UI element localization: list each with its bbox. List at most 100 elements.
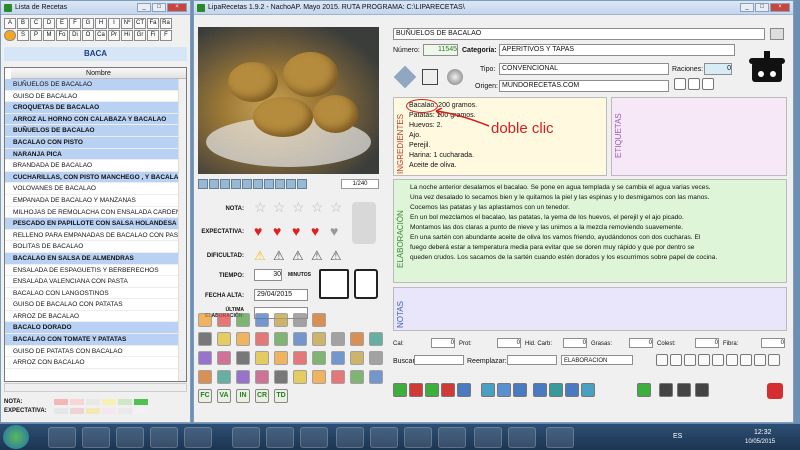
- list-item[interactable]: BUÑUELOS DE BACALAO: [5, 125, 186, 137]
- elaboracion-panel[interactable]: ELABORACIÓN La noche anterior desalamos …: [393, 179, 787, 283]
- tool-icon[interactable]: [255, 313, 269, 327]
- code-button[interactable]: IN: [236, 389, 250, 403]
- letter-filter-button[interactable]: P: [30, 30, 42, 41]
- letter-filter-button[interactable]: Ca: [95, 30, 107, 41]
- tool-icon[interactable]: [369, 332, 383, 346]
- letter-filter-button[interactable]: F: [160, 30, 172, 41]
- toolbar-icon[interactable]: [549, 383, 563, 397]
- heart-icon[interactable]: ♥: [273, 224, 287, 238]
- recipe-photo[interactable]: [198, 27, 379, 174]
- letter-filter-button[interactable]: S: [17, 30, 29, 41]
- tool-icon[interactable]: [274, 313, 288, 327]
- letter-filter-button[interactable]: I: [108, 18, 120, 29]
- taskbar-app-icon[interactable]: [336, 427, 364, 448]
- list-item[interactable]: BRANDADA DE BACALAO: [5, 160, 186, 172]
- list-vertical-scrollbar[interactable]: [178, 79, 186, 381]
- tool-icon[interactable]: [236, 313, 250, 327]
- tool-icon[interactable]: [350, 351, 364, 365]
- format-icon[interactable]: [670, 354, 682, 366]
- list-item[interactable]: EMPANADA DE BACALAO Y MANZANAS: [5, 195, 186, 207]
- letter-filter-button[interactable]: H: [95, 18, 107, 29]
- letter-filter-button[interactable]: Fa: [147, 18, 159, 29]
- letter-filter-button[interactable]: Di: [69, 30, 81, 41]
- letter-filter-button[interactable]: D: [43, 18, 55, 29]
- format-icon[interactable]: [726, 354, 738, 366]
- minimize-button[interactable]: _: [740, 3, 754, 12]
- field-select[interactable]: ELABORACION: [561, 355, 633, 365]
- list-item[interactable]: VOLOVANES DE BACALAO: [5, 183, 186, 195]
- toolbar-icon[interactable]: [457, 383, 471, 397]
- tool-icon[interactable]: [198, 313, 212, 327]
- tool-icon[interactable]: [274, 370, 288, 384]
- letter-filter-button[interactable]: Nº: [121, 18, 133, 29]
- warning-triangle-icon[interactable]: ⚠: [254, 249, 268, 262]
- list-item[interactable]: ARROZ DE BACALAO: [5, 311, 186, 323]
- ingredients-panel[interactable]: INGREDIENTES Bacalao: 200 gramos. Patatas…: [393, 97, 607, 176]
- letter-filter-button[interactable]: [4, 30, 16, 41]
- tool-icon[interactable]: [217, 370, 231, 384]
- language-indicator[interactable]: ES: [673, 433, 682, 440]
- list-item[interactable]: BACALAO EN SALSA DE ALMENDRAS: [5, 252, 186, 265]
- letter-filter-button[interactable]: Fo: [56, 30, 68, 41]
- heart-icon[interactable]: ♥: [330, 224, 344, 238]
- tool-icon[interactable]: [255, 370, 269, 384]
- toolbar-icon[interactable]: [481, 383, 495, 397]
- taskbar-app-icon[interactable]: [150, 427, 178, 448]
- nutrient-input[interactable]: 0: [695, 338, 719, 348]
- format-icon[interactable]: [768, 354, 780, 366]
- price-tag-icon[interactable]: [352, 202, 376, 244]
- list-item[interactable]: MILHOJAS DE REMOLACHA CON ENSALADA CARDE…: [5, 207, 186, 219]
- toolbar-icon[interactable]: [513, 383, 527, 397]
- toolbar-icon[interactable]: [581, 383, 595, 397]
- tool-icon[interactable]: [331, 351, 345, 365]
- maximize-button[interactable]: □: [152, 3, 166, 12]
- taskbar-app-icon[interactable]: [48, 427, 76, 448]
- toolbar-icon[interactable]: [533, 383, 547, 397]
- list-item[interactable]: CROQUETAS DE BACALAO: [5, 102, 186, 114]
- buscar-input[interactable]: [414, 355, 464, 365]
- nutrient-input[interactable]: 0: [431, 338, 455, 348]
- heart-icon[interactable]: ♥: [292, 224, 306, 238]
- raciones-input[interactable]: 0: [704, 63, 732, 75]
- taskbar-app-icon[interactable]: [370, 427, 398, 448]
- close-button[interactable]: ×: [167, 3, 187, 12]
- list-item[interactable]: PESCADO EN PAPILLOTE CON SALSA HOLANDESA: [5, 218, 186, 230]
- tool-icon[interactable]: [312, 313, 326, 327]
- tool-icon[interactable]: [331, 332, 345, 346]
- nutrient-input[interactable]: 0: [629, 338, 653, 348]
- origen-input[interactable]: MUNDORECETAS.COM: [499, 80, 669, 92]
- letter-filter-button[interactable]: Gr: [134, 30, 146, 41]
- letter-filter-button[interactable]: Fi: [147, 30, 159, 41]
- letter-filter-button[interactable]: M: [43, 30, 55, 41]
- nutrient-input[interactable]: 0: [761, 338, 785, 348]
- taskbar-app-icon[interactable]: [232, 427, 260, 448]
- image-icon[interactable]: [242, 179, 252, 189]
- categoria-select[interactable]: APERITIVOS Y TAPAS: [499, 44, 735, 56]
- last-record-icon[interactable]: [231, 179, 241, 189]
- code-button[interactable]: FC: [198, 389, 212, 403]
- clock-time[interactable]: 12:32: [754, 429, 772, 436]
- toolbar-icon[interactable]: [695, 383, 709, 397]
- tool-icon[interactable]: [255, 351, 269, 365]
- image-icon[interactable]: [297, 179, 307, 189]
- letter-filter-button[interactable]: A: [4, 18, 16, 29]
- taskbar-app-icon[interactable]: [508, 427, 536, 448]
- tipo-select[interactable]: CONVENCIONAL: [499, 63, 669, 75]
- tool-icon[interactable]: [293, 313, 307, 327]
- taskbar-app-icon[interactable]: [404, 427, 432, 448]
- tool-icon[interactable]: [217, 332, 231, 346]
- toolbar-icon[interactable]: [441, 383, 455, 397]
- toolbar-icon[interactable]: [497, 383, 511, 397]
- letter-filter-button[interactable]: G: [82, 18, 94, 29]
- format-icon[interactable]: [740, 354, 752, 366]
- recipe-image-icon[interactable]: [770, 28, 784, 40]
- nutrient-input[interactable]: 0: [497, 338, 521, 348]
- toolbar-icon[interactable]: [409, 383, 423, 397]
- image-icon[interactable]: [286, 179, 296, 189]
- list-item[interactable]: GUISO DE BACALAO: [5, 91, 186, 103]
- list-item[interactable]: NARANJA PICA: [5, 148, 186, 161]
- calendar-icon[interactable]: [319, 269, 349, 299]
- warning-triangle-icon[interactable]: ⚠: [292, 249, 306, 262]
- toolbar-icon[interactable]: [425, 383, 439, 397]
- tool-icon[interactable]: [198, 370, 212, 384]
